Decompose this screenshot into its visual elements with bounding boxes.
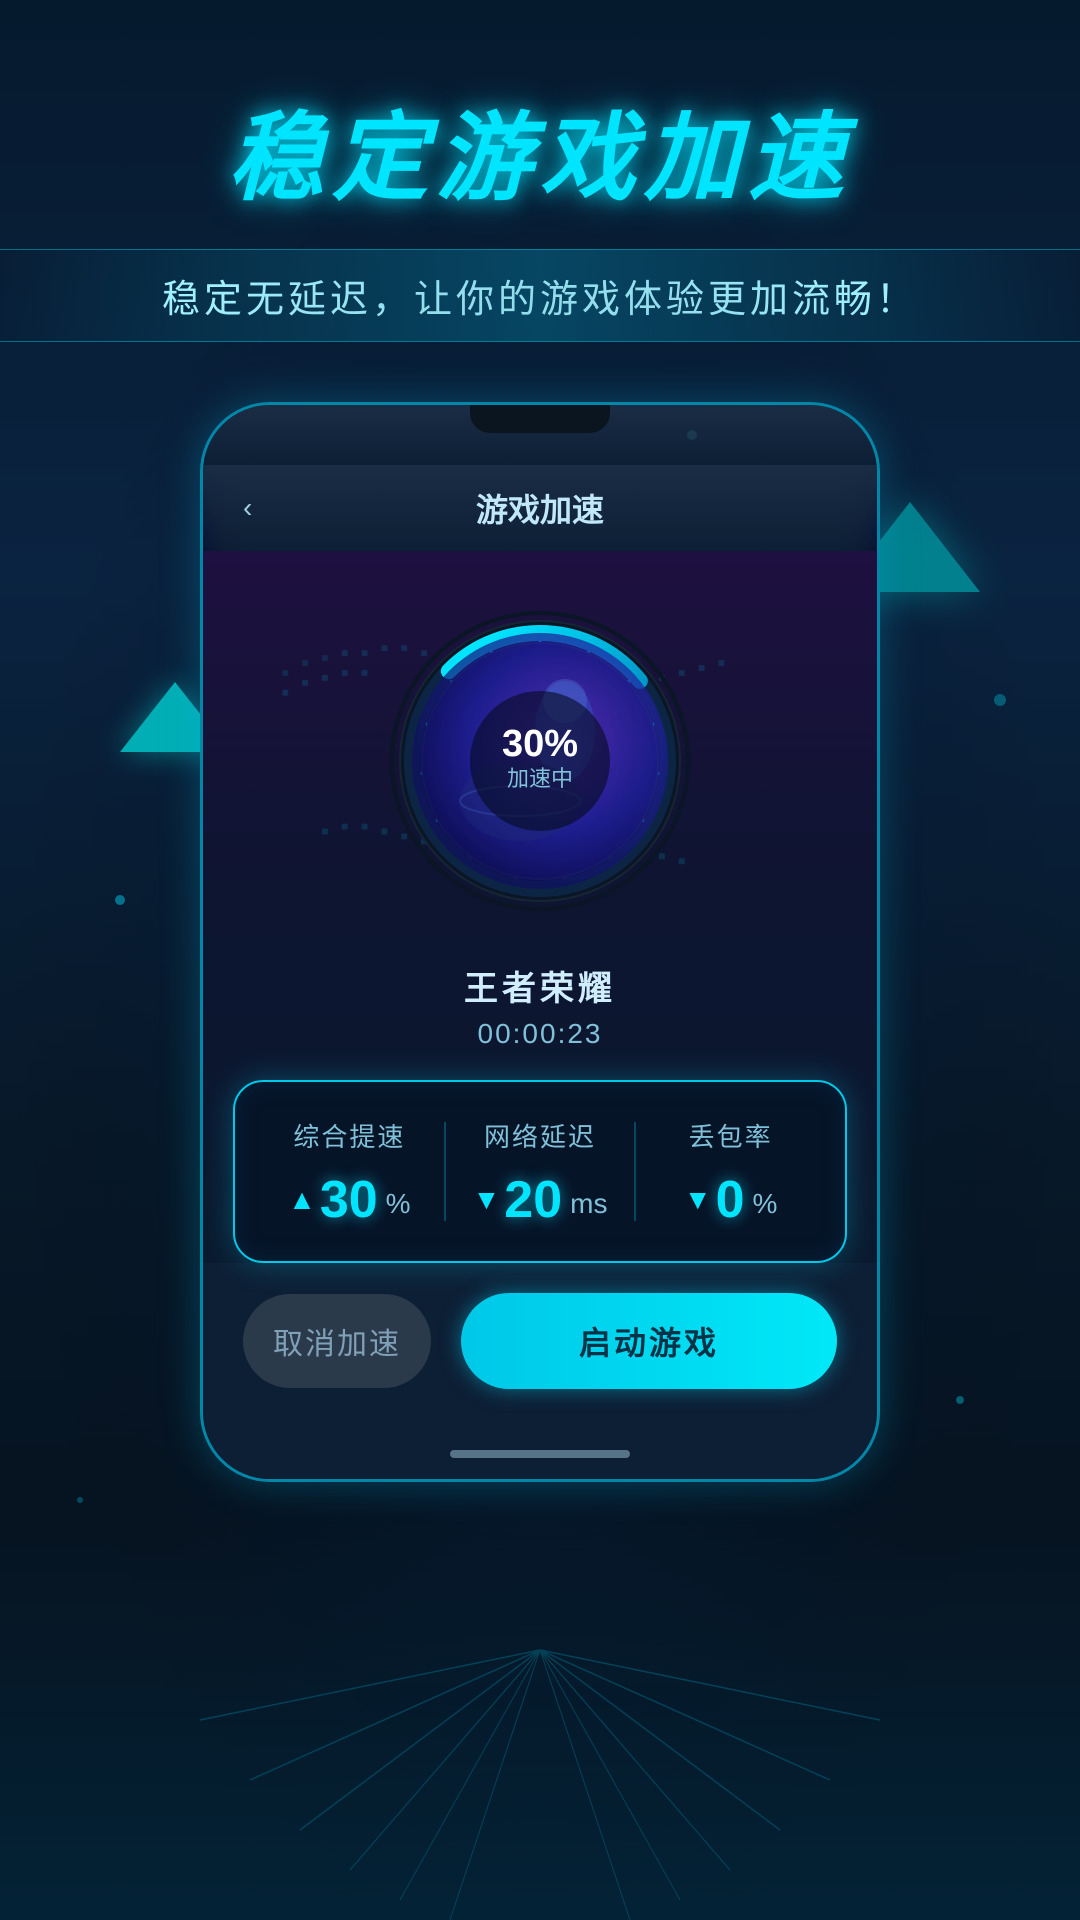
stat-packet-loss: 丢包率 ▼ 0 % [636,1117,825,1226]
phone-home-bar [203,1429,877,1479]
speed-number: 30 [320,1174,378,1226]
speedometer: 30% 加速中 [380,601,700,921]
speed-unit: % [386,1188,411,1226]
svg-text:加速中: 加速中 [507,766,573,791]
phone-bottom: 取消加速 启动游戏 [203,1263,877,1429]
back-button[interactable]: ‹ [243,492,252,524]
subtitle-text: 稳定无延迟，让你的游戏体验更加流畅！ [60,268,1020,323]
game-info: 王者荣耀 00:00:23 [233,941,847,1080]
subtitle-bar: 稳定无延迟，让你的游戏体验更加流畅！ [0,249,1080,342]
stat-packet-loss-label: 丢包率 [646,1117,815,1154]
start-game-button[interactable]: 启动游戏 [461,1293,837,1389]
stat-speed-label: 综合提速 [265,1117,434,1154]
game-name: 王者荣耀 [233,961,847,1010]
speedometer-container: 30% 加速中 [233,571,847,941]
stat-latency-value: ▼ 20 ms [456,1174,625,1226]
svg-text:30%: 30% [502,723,578,765]
latency-unit: ms [570,1188,607,1226]
packet-down-arrow-icon: ▼ [684,1184,712,1216]
nav-title: 游戏加速 [476,485,604,531]
stat-latency-label: 网络延迟 [456,1117,625,1154]
phone-nav: ‹ 游戏加速 [203,465,877,551]
bottom-glow [0,1520,1080,1920]
phone-screen: 30% 加速中 王者荣耀 00:00:23 综合提速 ▲ 30 % [203,551,877,1263]
game-timer: 00:00:23 [233,1018,847,1050]
stat-speed-value: ▲ 30 % [265,1174,434,1226]
page-header: 稳定游戏加速 [0,0,1080,219]
stats-panel: 综合提速 ▲ 30 % 网络延迟 ▼ 20 ms [233,1080,847,1263]
speed-up-arrow-icon: ▲ [288,1184,316,1216]
latency-down-arrow-icon: ▼ [473,1184,501,1216]
phone-camera-dot [687,430,697,440]
cancel-button[interactable]: 取消加速 [243,1294,431,1388]
stat-latency: 网络延迟 ▼ 20 ms [446,1117,635,1226]
home-indicator [450,1450,630,1458]
main-title: 稳定游戏加速 [0,80,1080,219]
stat-packet-loss-value: ▼ 0 % [646,1174,815,1226]
phone-top-bar [203,405,877,465]
packet-unit: % [753,1188,778,1226]
phone-mockup: ‹ 游戏加速 [200,402,880,1482]
packet-number: 0 [716,1174,745,1226]
phone-notch [470,405,610,433]
phone-section: ‹ 游戏加速 [180,402,900,1482]
stat-speed: 综合提速 ▲ 30 % [255,1117,444,1226]
latency-number: 20 [504,1174,562,1226]
